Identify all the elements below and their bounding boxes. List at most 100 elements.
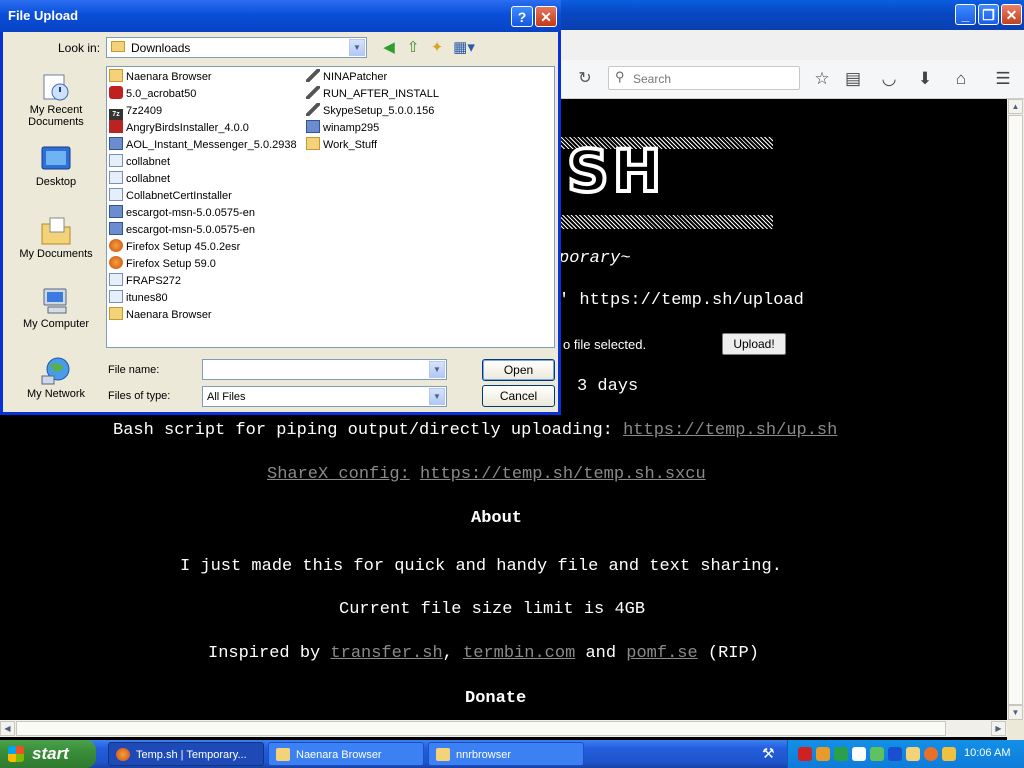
tray-icon[interactable]	[870, 747, 884, 761]
scroll-left-arrow-icon[interactable]: ◀	[0, 721, 15, 736]
sharex-config-link[interactable]: https://temp.sh/temp.sh.sxcu	[420, 465, 706, 484]
place-my-recent-documents[interactable]: My Recent Documents	[11, 72, 101, 128]
list-item[interactable]: escargot-msn-5.0.0575-en	[109, 205, 255, 222]
list-item[interactable]: collabnet	[109, 171, 170, 188]
termbin-link[interactable]: termbin.com	[463, 644, 575, 663]
list-item[interactable]: Firefox Setup 59.0	[109, 256, 216, 273]
file-label: Naenara Browser	[126, 71, 212, 83]
list-item[interactable]: AngryBirdsInstaller_4.0.0	[109, 120, 249, 137]
tray-icon[interactable]	[924, 747, 938, 761]
place-my-computer[interactable]: My Computer	[11, 286, 101, 330]
tray-icon[interactable]	[906, 747, 920, 761]
horizontal-scroll-thumb[interactable]	[16, 721, 946, 736]
chevron-down-icon[interactable]: ▼	[429, 388, 445, 405]
back-icon[interactable]: ◀	[379, 38, 399, 58]
inspired-separator: ,	[442, 644, 464, 663]
tray-icon[interactable]	[852, 747, 866, 761]
list-item[interactable]: Naenara Browser	[109, 69, 212, 86]
list-item[interactable]: escargot-msn-5.0.0575-en	[109, 222, 255, 239]
minimize-button[interactable]: _	[955, 4, 976, 25]
pocket-icon[interactable]: ◡	[877, 66, 901, 92]
dialog-close-button[interactable]: ✕	[535, 6, 557, 27]
tray-icon[interactable]	[834, 747, 848, 761]
search-icon: ⚲	[615, 69, 625, 84]
sharex-config-label[interactable]: ShareX config:	[267, 465, 410, 484]
home-icon[interactable]: ⌂	[949, 66, 973, 92]
bash-script-link[interactable]: https://temp.sh/up.sh	[623, 421, 837, 440]
tool-icon[interactable]: ⚒	[762, 745, 775, 762]
vertical-scrollbar[interactable]: ▲ ▼	[1007, 99, 1024, 720]
file-name-label: File name:	[108, 364, 160, 376]
inspired-line: Inspired by transfer.sh, termbin.com and…	[208, 644, 759, 663]
up-folder-icon[interactable]: ⇧	[403, 38, 423, 58]
taskbar-item-tempsh[interactable]: Temp.sh | Temporary...	[108, 742, 264, 766]
list-item[interactable]: RUN_AFTER_INSTALL	[306, 86, 439, 103]
file-label: NINAPatcher	[323, 71, 388, 83]
list-item[interactable]: Work_Stuff	[306, 137, 377, 154]
menu-icon[interactable]: ☰	[991, 66, 1015, 92]
place-desktop[interactable]: Desktop	[11, 144, 101, 188]
list-item[interactable]: SkypeSetup_5.0.0.156	[306, 103, 434, 120]
chevron-down-icon[interactable]: ▼	[349, 39, 365, 56]
application-icon	[109, 154, 123, 167]
upload-button[interactable]: Upload!	[722, 333, 786, 355]
site-logo: SH	[559, 137, 773, 229]
no-file-selected-text: o file selected.	[563, 337, 647, 352]
open-button[interactable]: Open	[482, 359, 555, 381]
reload-icon[interactable]: ↻	[572, 66, 598, 92]
downloads-icon[interactable]: ⬇	[913, 66, 937, 92]
transfer-sh-link[interactable]: transfer.sh	[330, 644, 442, 663]
acrobat-icon	[109, 86, 123, 99]
horizontal-scrollbar[interactable]: ◀ ▶	[0, 720, 1007, 737]
list-item[interactable]: AOL_Instant_Messenger_5.0.2938	[109, 137, 297, 154]
place-my-documents[interactable]: My Documents	[11, 216, 101, 260]
view-menu-icon[interactable]: ▦▾	[452, 38, 476, 58]
tray-icon[interactable]	[816, 747, 830, 761]
scroll-right-arrow-icon[interactable]: ▶	[991, 721, 1006, 736]
search-box[interactable]: ⚲ Search	[608, 66, 800, 90]
look-in-value: Downloads	[131, 41, 191, 55]
list-item[interactable]: Naenara Browser	[109, 307, 212, 324]
file-label: Naenara Browser	[126, 309, 212, 321]
script-icon	[306, 86, 320, 99]
help-button[interactable]: ?	[511, 6, 533, 27]
place-my-network[interactable]: My Network	[11, 356, 101, 400]
bookmark-star-icon[interactable]: ☆	[810, 66, 834, 92]
taskbar-item-nnrbrowser[interactable]: nnrbrowser	[428, 742, 584, 766]
taskbar-item-naenara[interactable]: Naenara Browser	[268, 742, 424, 766]
list-item[interactable]: FRAPS272	[109, 273, 181, 290]
inspired-and: and	[575, 644, 627, 663]
list-item[interactable]: 7z 7z2409	[109, 103, 162, 122]
start-button[interactable]: start	[0, 740, 96, 768]
restore-button[interactable]: ❐	[978, 4, 999, 25]
list-item[interactable]: Firefox Setup 45.0.2esr	[109, 239, 240, 256]
expiry-text: 3 days	[577, 377, 639, 396]
look-in-dropdown[interactable]: Downloads ▼	[106, 37, 367, 58]
about-heading: About	[471, 509, 523, 528]
scroll-up-arrow-icon[interactable]: ▲	[1008, 99, 1023, 114]
list-item[interactable]: NINAPatcher	[306, 69, 387, 86]
chevron-down-icon[interactable]: ▼	[429, 361, 445, 378]
list-item[interactable]: collabnet	[109, 154, 170, 171]
list-item[interactable]: winamp295	[306, 120, 379, 137]
sharex-line: ShareX config: https://temp.sh/temp.sh.s…	[267, 465, 706, 484]
dialog-titlebar[interactable]: File Upload ? ✕	[0, 0, 561, 32]
new-folder-icon[interactable]: ✦	[427, 38, 447, 58]
tray-icon[interactable]	[942, 747, 956, 761]
windows-logo-icon	[8, 746, 24, 762]
vertical-scroll-thumb[interactable]	[1008, 115, 1023, 705]
list-item[interactable]: itunes80	[109, 290, 168, 307]
file-list[interactable]: Naenara Browser 5.0_acrobat50 7z 7z2409 A…	[106, 66, 555, 348]
list-item[interactable]: 5.0_acrobat50	[109, 86, 196, 103]
file-label: AOL_Instant_Messenger_5.0.2938	[126, 139, 297, 151]
antivirus-tray-icon[interactable]	[798, 747, 812, 761]
files-of-type-dropdown[interactable]: All Files ▼	[202, 386, 447, 407]
tray-icon[interactable]	[888, 747, 902, 761]
list-item[interactable]: CollabnetCertInstaller	[109, 188, 232, 205]
scroll-down-arrow-icon[interactable]: ▼	[1008, 705, 1023, 720]
pomf-link[interactable]: pomf.se	[626, 644, 697, 663]
file-name-input[interactable]: ▼	[202, 359, 447, 380]
cancel-button[interactable]: Cancel	[482, 385, 555, 407]
reading-list-icon[interactable]: ▤	[841, 66, 865, 92]
close-button[interactable]: ✕	[1001, 4, 1022, 25]
